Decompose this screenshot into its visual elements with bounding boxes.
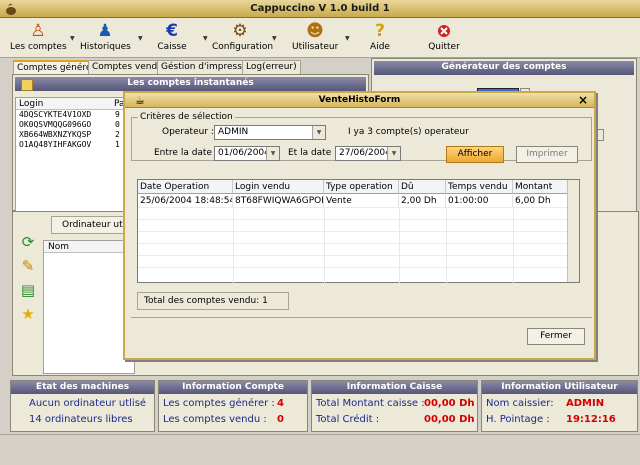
chevron-down-icon[interactable]: ▼	[138, 35, 143, 42]
tab-comptes-vendu[interactable]: Comptes vendu	[88, 60, 167, 74]
status-machines-free: 14 ordinateurs libres	[29, 414, 133, 425]
chevron-down-icon[interactable]: ▼	[70, 35, 75, 42]
list-item[interactable]: 4DQSCYKTE4V1OXD 9	[16, 110, 128, 120]
app-title: Cappuccino V 1.0 build 1	[250, 3, 390, 14]
table-cell[interactable]: 6,00 Dh	[513, 195, 568, 207]
status-machines-used: Aucun ordinateur utlisé	[29, 398, 147, 409]
generated-count: 4	[277, 398, 284, 409]
toolbar-historiques-button[interactable]: ♟ Historiques	[80, 20, 131, 56]
vente-histo-dialog: ☕ VenteHistoForm × Critères de sélection…	[123, 91, 596, 360]
chevron-down-icon[interactable]: ▼	[272, 35, 277, 42]
column-header[interactable]: Temps vendu	[446, 180, 513, 194]
status-compte-title: Information Compte	[159, 381, 307, 394]
star-icon[interactable]: ★	[18, 304, 38, 324]
tab-log-erreur[interactable]: Log(erreur)	[242, 60, 301, 74]
list-item[interactable]: XB664WBXNZYKQSP 2	[16, 130, 128, 140]
page-icon[interactable]	[21, 79, 33, 91]
main-toolbar: ♙ Les comptes ▼ ♟ Historiques ▼ € Caisse…	[0, 18, 640, 58]
column-header[interactable]: Type operation	[324, 180, 399, 194]
afficher-button[interactable]: Afficher	[446, 146, 504, 163]
to-date-picker[interactable]: 27/06/2004 ▼	[335, 146, 401, 161]
column-header[interactable]: Date Operation	[138, 180, 233, 194]
criteria-fieldset: Critères de sélection Operateur : ADMIN …	[131, 112, 592, 163]
status-compte: Information Compte Les comptes générer :…	[158, 380, 308, 432]
toolbar-utilisateur-button[interactable]: ☻ Utilisateur	[292, 20, 338, 56]
history-icon: ♟	[97, 21, 113, 41]
config-icon: ⚙	[232, 21, 248, 41]
table-cell[interactable]: 8T68FWIQWA6GPOI	[233, 195, 324, 207]
column-header[interactable]: Montant	[513, 180, 568, 194]
from-date-picker[interactable]: 01/06/2004 ▼	[214, 146, 280, 161]
status-bar: Etat des machines Aucun ordinateur utlis…	[10, 380, 639, 432]
accounts-list[interactable]: Login Pa 4DQSCYKTE4V1OXD 9 OK0QSVMQQG096G…	[15, 97, 129, 213]
refresh-icon[interactable]: ⟳	[18, 232, 38, 252]
list-item[interactable]: O1AQ48YIHFAKGOV 1	[16, 140, 128, 150]
toolbar-quitter-button[interactable]: Quitter	[425, 20, 463, 56]
chevron-down-icon[interactable]: ▼	[203, 35, 208, 42]
table-cell[interactable]: 25/06/2004 18:48:54	[138, 195, 233, 207]
fermer-button[interactable]: Fermer	[527, 328, 585, 345]
table-scrollbar[interactable]	[567, 180, 579, 282]
clock-in-time: 19:12:16	[566, 414, 616, 425]
credit-total: 00,00 Dh	[424, 414, 475, 425]
sales-history-table[interactable]: Date Operation Login vendu Type operatio…	[137, 179, 580, 283]
dialog-titlebar: ☕ VenteHistoForm ×	[125, 93, 594, 108]
chevron-down-icon[interactable]: ▼	[345, 35, 350, 42]
operator-select[interactable]: ADMIN ▼	[214, 125, 326, 140]
operator-info: I ya 3 compte(s) operateur	[348, 127, 469, 137]
table-cell[interactable]: 2,00 Dh	[399, 195, 446, 207]
list-item[interactable]: OK0QSVMQQG096GO 0	[16, 120, 128, 130]
caisse-total: 00,00 Dh	[424, 398, 475, 409]
user-icon: ☻	[306, 21, 324, 41]
sold-count: 0	[277, 414, 284, 425]
tab-comptes-generer[interactable]: Comptes générer	[13, 60, 100, 75]
toolbar-aide-button[interactable]: ? Aide	[365, 20, 395, 56]
people-icon: ♙	[30, 21, 46, 41]
imprimer-button[interactable]: Imprimer	[516, 146, 578, 163]
status-machines-title: Etat des machines	[11, 381, 154, 394]
column-header[interactable]: Login vendu	[233, 180, 324, 194]
cashier-name: ADMIN	[566, 398, 605, 409]
accounts-list-header: Login Pa	[16, 98, 128, 110]
accounts-panel-title: Les comptes instantanés	[15, 77, 366, 91]
chevron-down-icon[interactable]: ▼	[387, 147, 400, 160]
status-utilisateur: Information Utilisateur Nom caissier: AD…	[481, 380, 638, 432]
table-cell[interactable]: Vente	[324, 195, 399, 207]
machines-sidebar: ⟳ ✎ ▤ ★	[14, 228, 42, 373]
bottom-strip	[0, 434, 640, 465]
status-utilisateur-title: Information Utilisateur	[482, 381, 637, 394]
divider	[131, 317, 592, 318]
folder-icon[interactable]: ▤	[18, 280, 38, 300]
table-cell[interactable]: 01:00:00	[446, 195, 513, 207]
chevron-down-icon[interactable]: ▼	[266, 147, 279, 160]
operator-label: Operateur :	[162, 127, 214, 137]
status-machines: Etat des machines Aucun ordinateur utlis…	[10, 380, 155, 432]
quit-icon	[425, 20, 463, 42]
close-icon[interactable]: ×	[578, 93, 588, 107]
dialog-title: VenteHistoForm	[318, 95, 401, 105]
total-sold-label: Total des comptes vendu: 1	[137, 292, 289, 310]
to-date-label: Et la date :	[288, 148, 338, 158]
edit-icon[interactable]: ✎	[18, 256, 38, 276]
column-header[interactable]: Dû	[399, 180, 446, 194]
criteria-legend: Critères de sélection	[138, 112, 235, 122]
chevron-down-icon[interactable]: ▼	[312, 126, 325, 139]
generator-panel-title: Générateur des comptes	[374, 61, 634, 75]
status-caisse: Information Caisse Total Montant caisse …	[311, 380, 478, 432]
euro-icon: €	[166, 21, 178, 41]
machines-table-header: Nom	[44, 241, 134, 253]
app-titlebar: Cappuccino V 1.0 build 1	[0, 0, 640, 18]
toolbar-les-comptes-button[interactable]: ♙ Les comptes	[10, 20, 67, 56]
toolbar-caisse-button[interactable]: € Caisse	[152, 20, 192, 56]
help-icon: ?	[375, 21, 385, 41]
toolbar-configuration-button[interactable]: ⚙ Configuration	[212, 20, 273, 56]
status-caisse-title: Information Caisse	[312, 381, 477, 394]
from-date-label: Entre la date :	[154, 148, 218, 158]
machines-table[interactable]: Nom	[43, 240, 135, 374]
